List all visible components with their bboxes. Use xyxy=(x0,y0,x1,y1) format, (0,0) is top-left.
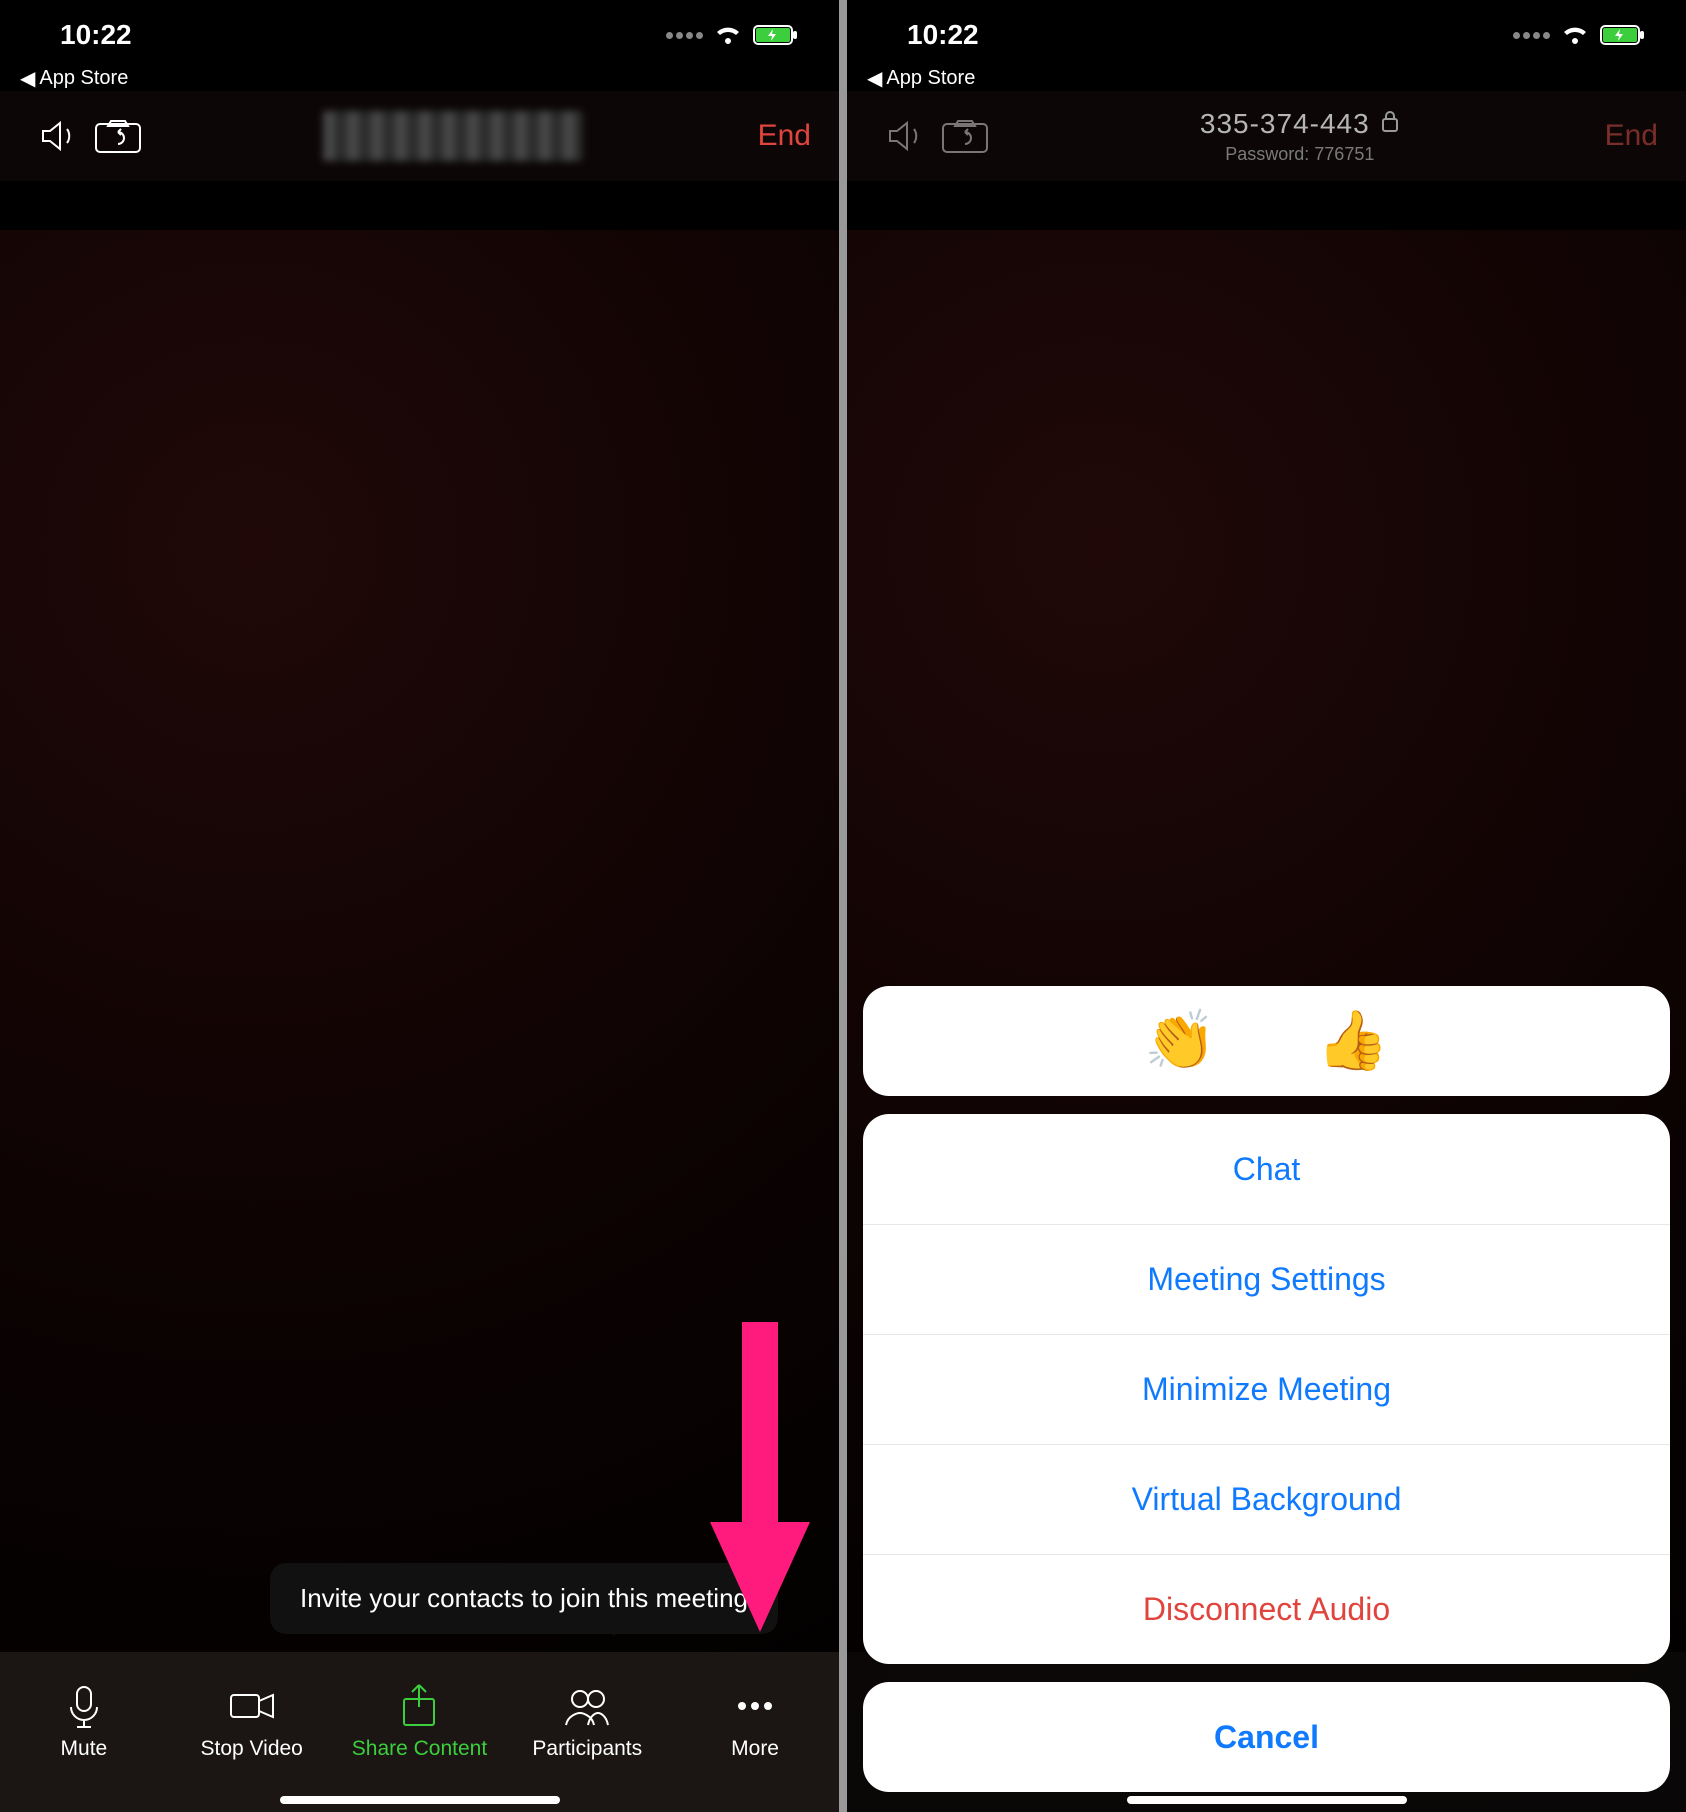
toolbar: Mute Stop Video Share Content Participan… xyxy=(0,1652,839,1812)
share-label: Share Content xyxy=(352,1737,487,1761)
sheet-options-group: Chat Meeting Settings Minimize Meeting V… xyxy=(863,1114,1670,1664)
meeting-header: End xyxy=(0,91,839,181)
participants-label: Participants xyxy=(532,1737,642,1761)
signal-dots-icon xyxy=(666,32,703,39)
action-sheet: 👏 👍 Chat Meeting Settings Minimize Meeti… xyxy=(863,986,1670,1792)
sheet-cancel[interactable]: Cancel xyxy=(863,1682,1670,1792)
sheet-disconnect-audio[interactable]: Disconnect Audio xyxy=(863,1554,1670,1664)
mute-button[interactable]: Mute xyxy=(9,1683,159,1761)
statusbar: 10:22 xyxy=(0,0,839,70)
thumbsup-reaction[interactable]: 👍 xyxy=(1317,1007,1389,1075)
share-content-button[interactable]: Share Content xyxy=(344,1683,494,1761)
stop-video-button[interactable]: Stop Video xyxy=(177,1683,327,1761)
home-indicator[interactable] xyxy=(1127,1796,1407,1804)
speaker-icon[interactable] xyxy=(28,115,88,157)
phone-left: 10:22 ◀ App Store End Invite your contac… xyxy=(0,0,839,1812)
invite-tooltip: Invite your contacts to join this meetin… xyxy=(270,1563,778,1634)
sheet-meeting-settings[interactable]: Meeting Settings xyxy=(863,1224,1670,1334)
back-app-label: App Store xyxy=(39,67,128,90)
back-chevron-icon: ◀ xyxy=(20,66,35,91)
sheet-reactions-group: 👏 👍 xyxy=(863,986,1670,1096)
end-button[interactable]: End xyxy=(758,119,811,153)
battery-charging-icon xyxy=(753,23,799,47)
status-time: 10:22 xyxy=(60,19,132,51)
phone-right: 10:22 ◀ App Store 335-374-443 xyxy=(847,0,1686,1812)
reactions-row: 👏 👍 xyxy=(863,986,1670,1096)
sheet-virtual-background[interactable]: Virtual Background xyxy=(863,1444,1670,1554)
sheet-minimize-meeting[interactable]: Minimize Meeting xyxy=(863,1334,1670,1444)
clap-reaction[interactable]: 👏 xyxy=(1144,1007,1216,1075)
mute-label: Mute xyxy=(61,1737,108,1761)
stop-video-label: Stop Video xyxy=(201,1737,303,1761)
back-to-app[interactable]: ◀ App Store xyxy=(0,66,839,91)
more-label: More xyxy=(731,1737,779,1761)
wifi-icon xyxy=(713,23,743,47)
meeting-title-redacted xyxy=(148,111,758,161)
sheet-chat[interactable]: Chat xyxy=(863,1114,1670,1224)
more-button[interactable]: More xyxy=(680,1683,830,1761)
switch-camera-icon[interactable] xyxy=(88,116,148,156)
participants-button[interactable]: Participants xyxy=(512,1683,662,1761)
home-indicator[interactable] xyxy=(280,1796,560,1804)
